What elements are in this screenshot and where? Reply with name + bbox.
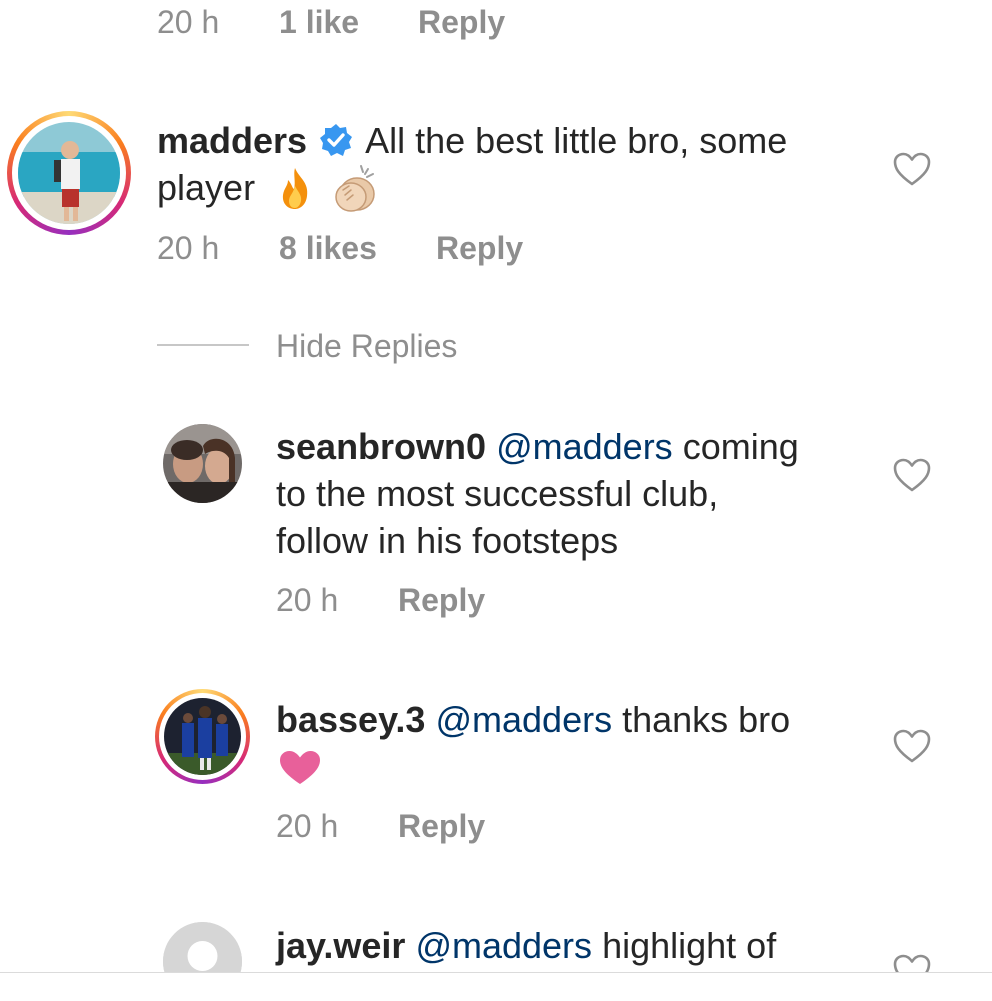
reply-wrap-4: Reply [398,808,485,845]
likes-count-link[interactable]: 1 like [279,4,359,40]
avatar-madders[interactable] [18,122,120,224]
comment-text-cont: player [157,167,256,208]
pink-heart-emoji-icon [279,750,321,791]
avatar-seanbrown0[interactable] [163,424,242,503]
comment-text-line2: player [157,164,379,214]
comment-text: All the best little bro, some [365,120,788,161]
fire-emoji-icon [275,166,315,210]
verified-badge-icon [319,121,353,156]
hide-replies-divider [157,344,249,346]
avatar-photo-icon [163,424,242,503]
mention-link[interactable]: @madders [435,699,612,740]
reply-text: highlight of [602,925,777,966]
reply-wrap-2: Reply [436,230,523,267]
reply-text: thanks bro [622,699,791,740]
reply-time: 20 h [276,808,339,844]
reply-button[interactable]: Reply [398,808,485,844]
reply-button[interactable]: Reply [398,582,485,618]
username-seanbrown0[interactable]: seanbrown0 [276,426,486,467]
comment-time: 20 h [157,4,220,40]
comment-meta-row-top: 20 h [157,4,219,41]
comment-input-bar[interactable] [0,972,992,1001]
reply-text-line1: bassey.3 @madders thanks bro [276,696,790,743]
reply-text: coming [682,426,799,467]
likes-count-link[interactable]: 8 likes [279,230,377,266]
mention-link[interactable]: @madders [415,925,592,966]
avatar-bassey3[interactable] [164,698,241,775]
reply-time: 20 h [276,582,339,618]
username-madders[interactable]: madders [157,120,307,161]
reply-wrap: Reply [418,4,505,41]
avatar-photo-icon [164,698,241,775]
reply-button[interactable]: Reply [436,230,523,266]
like-heart-icon[interactable] [893,729,931,768]
likes-wrap: 1 like [279,4,359,41]
reply-text-line1: jay.weir @madders highlight of [276,922,776,969]
hide-replies-button[interactable]: Hide Replies [276,328,457,365]
username-jayweir[interactable]: jay.weir [276,925,405,966]
comment-text-line1: madders All the best little bro, some [157,117,787,164]
reply-wrap-3: Reply [398,582,485,619]
avatar-photo-icon [18,122,120,224]
reply-button[interactable]: Reply [418,4,505,40]
reply-text-line2: to the most successful club, [276,473,719,514]
clapping-hands-emoji-icon [329,164,379,214]
reply-text-line1: seanbrown0 @madders coming [276,423,799,470]
comment-meta-row: 20 h [157,230,219,267]
username-bassey3[interactable]: bassey.3 [276,699,425,740]
like-heart-icon[interactable] [893,458,931,497]
like-heart-icon[interactable] [893,954,931,972]
mention-link[interactable]: @madders [496,426,673,467]
likes-wrap-2: 8 likes [279,230,377,267]
reply-text-line3: follow in his footsteps [276,520,619,561]
like-heart-icon[interactable] [893,152,931,191]
comment-time: 20 h [157,230,220,266]
